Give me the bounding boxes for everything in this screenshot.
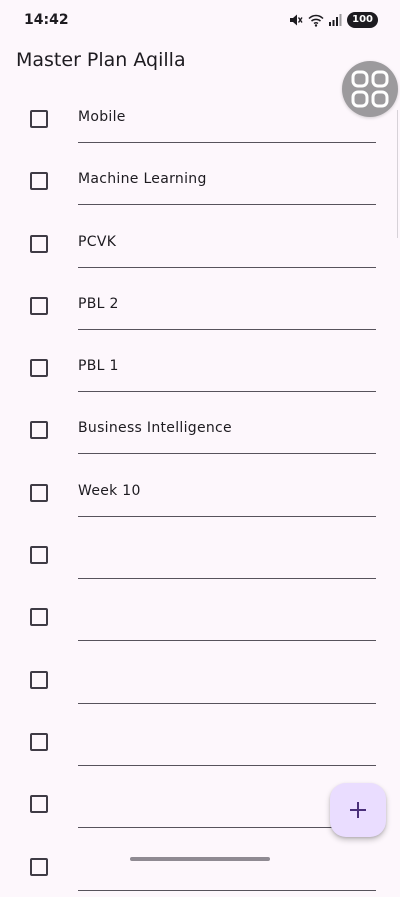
task-row: Business Intelligence bbox=[0, 398, 400, 460]
task-description-field[interactable]: PBL 2 bbox=[78, 274, 376, 330]
task-row: PBL 2 bbox=[0, 274, 400, 336]
task-description-field[interactable]: Business Intelligence bbox=[78, 398, 376, 455]
task-checkbox[interactable] bbox=[30, 172, 48, 191]
task-row: Week 10 bbox=[0, 461, 400, 523]
task-row: PBL 1 bbox=[0, 336, 400, 398]
task-description-field[interactable]: Machine Learning bbox=[78, 149, 376, 206]
task-description-field[interactable] bbox=[78, 585, 376, 642]
task-description: PBL 1 bbox=[78, 358, 119, 375]
task-row: Machine Learning bbox=[0, 149, 400, 211]
task-description: PBL 2 bbox=[78, 295, 119, 312]
task-description-field[interactable]: PCVK bbox=[78, 212, 376, 268]
wifi-icon bbox=[308, 14, 324, 27]
task-checkbox[interactable] bbox=[30, 359, 48, 378]
task-list: Mobile Machine Learning PCVK PBL 2 PBL 1 Busi… bbox=[0, 87, 400, 897]
task-row bbox=[0, 835, 400, 897]
task-row bbox=[0, 585, 400, 647]
task-checkbox[interactable] bbox=[30, 234, 48, 253]
task-description-field[interactable] bbox=[78, 648, 376, 704]
task-checkbox[interactable] bbox=[30, 483, 48, 502]
add-task-button[interactable] bbox=[330, 783, 386, 837]
task-description-field[interactable] bbox=[78, 835, 376, 891]
task-row bbox=[0, 523, 400, 585]
page-title: Master Plan Aqilla bbox=[16, 49, 186, 71]
task-description-field[interactable]: Week 10 bbox=[78, 461, 376, 517]
task-checkbox[interactable] bbox=[30, 546, 48, 565]
battery-badge: 100 bbox=[347, 12, 378, 28]
signal-icon bbox=[329, 14, 342, 26]
task-description-field[interactable]: PBL 1 bbox=[78, 336, 376, 393]
task-description: PCVK bbox=[78, 233, 117, 250]
add-icon bbox=[350, 802, 366, 818]
task-description-field[interactable]: Mobile bbox=[78, 87, 376, 143]
mute-icon bbox=[290, 14, 303, 26]
status-icons: 100 bbox=[289, 12, 378, 28]
task-checkbox[interactable] bbox=[30, 110, 48, 128]
status-bar: 14:42 100 bbox=[0, 0, 400, 40]
task-description: Business Intelligence bbox=[78, 420, 232, 437]
task-checkbox[interactable] bbox=[30, 608, 48, 627]
task-row bbox=[0, 710, 400, 772]
task-checkbox[interactable] bbox=[30, 670, 48, 689]
task-row: Mobile bbox=[0, 87, 400, 149]
task-checkbox[interactable] bbox=[30, 795, 48, 814]
task-row: PCVK bbox=[0, 212, 400, 274]
navigation-handle[interactable] bbox=[130, 857, 270, 861]
task-description: Week 10 bbox=[78, 482, 141, 499]
status-time: 14:42 bbox=[24, 12, 69, 28]
task-description-field[interactable] bbox=[78, 710, 376, 766]
task-checkbox[interactable] bbox=[30, 421, 48, 440]
task-description: Mobile bbox=[78, 109, 126, 125]
task-checkbox[interactable] bbox=[30, 732, 48, 751]
task-checkbox[interactable] bbox=[30, 296, 48, 315]
task-description-field[interactable] bbox=[78, 523, 376, 580]
task-description: Machine Learning bbox=[78, 171, 207, 188]
task-row bbox=[0, 648, 400, 710]
